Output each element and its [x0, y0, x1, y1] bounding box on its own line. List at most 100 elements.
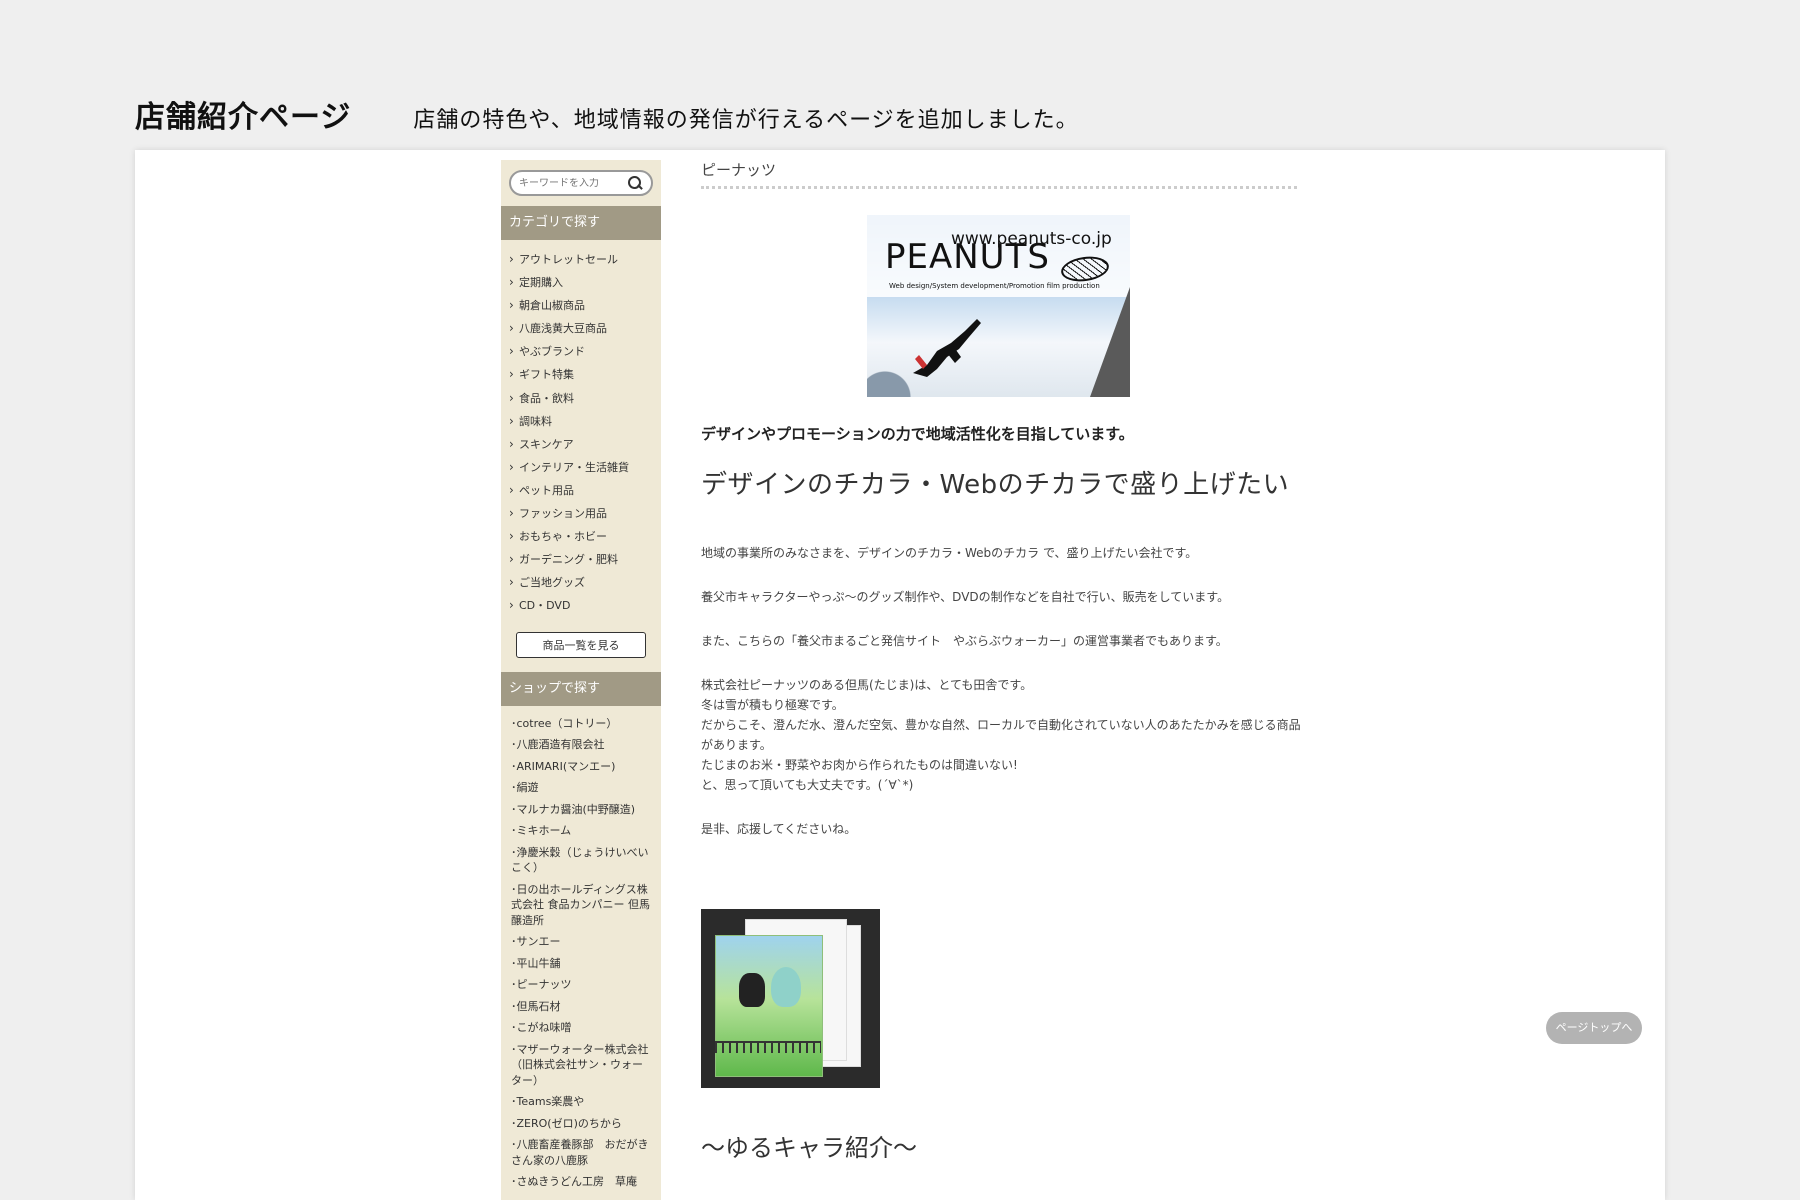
chevron-right-icon: › [509, 506, 514, 521]
shop-item[interactable]: ･さぬきうどん工房 草庵 [511, 1174, 651, 1190]
page-heading: 店舗紹介ページ 店舗の特色や、地域情報の発信が行えるページを追加しました。 [135, 92, 1079, 136]
headline: デザインのチカラ・Webのチカラで盛り上げたい [701, 470, 1290, 500]
chevron-right-icon: › [509, 344, 514, 359]
category-label: 定期購入 [519, 276, 563, 290]
category-item[interactable]: › CD・DVD [509, 594, 661, 617]
all-products-button[interactable]: 商品一覧を見る [516, 631, 646, 658]
body-paragraph: 地域の事業所のみなさまを、デザインのチカラ・Webのチカラ で、盛り上げたい会社… [701, 546, 1198, 560]
lead-text: デザインやプロモーションの力で地域活性化を目指しています。 [701, 425, 1134, 443]
shop-item[interactable]: ･八鹿酒造有限会社 [511, 737, 651, 753]
shop-header: ショップで探す [501, 671, 661, 706]
body-paragraph: 是非、応援してくださいね。 [701, 822, 857, 836]
category-label: ファッション用品 [519, 507, 607, 521]
mascot-character [739, 973, 765, 1007]
cliff-silhouette [1090, 287, 1130, 397]
chevron-right-icon: › [509, 598, 514, 613]
chevron-right-icon: › [509, 529, 514, 544]
shop-item[interactable]: ･cotree（コトリー） [511, 716, 651, 732]
fence-graphic [715, 1041, 821, 1053]
category-label: CD・DVD [519, 599, 571, 613]
search-box[interactable] [509, 170, 653, 196]
category-label: やぶブランド [519, 345, 585, 359]
category-label: スキンケア [519, 437, 574, 451]
category-item[interactable]: › やぶブランド [509, 340, 661, 363]
page-top-button[interactable]: ページトップへ [1546, 1012, 1642, 1044]
shop-item[interactable]: ･Teams楽農や [511, 1094, 651, 1110]
body-paragraph: また、こちらの「養父市まるごと発信サイト やぶらぶウォーカー」の運営事業者でもあ… [701, 634, 1228, 648]
shop-item[interactable]: ･ピーナッツ [511, 977, 651, 993]
section-title: 〜ゆるキャラ紹介〜 [701, 1134, 917, 1162]
shop-item[interactable]: ･絹遊 [511, 780, 651, 796]
category-label: ペット用品 [519, 483, 574, 497]
category-item[interactable]: › スキンケア [509, 433, 661, 456]
shop-item[interactable]: ･但馬石材 [511, 999, 651, 1015]
category-label: ギフト特集 [519, 368, 574, 382]
chevron-right-icon: › [509, 482, 514, 497]
body-paragraph: 養父市キャラクターやっぷ〜のグッズ制作や、DVDの制作などを自社で行い、販売をし… [701, 590, 1230, 604]
shop-item[interactable]: ･浄慶米穀（じょうけいべいこく） [511, 845, 651, 876]
chevron-right-icon: › [509, 459, 514, 474]
category-item[interactable]: › ギフト特集 [509, 363, 661, 386]
shop-item[interactable]: ･ZERO(ゼロ)のちから [511, 1116, 651, 1132]
category-label: 朝倉山椒商品 [519, 299, 585, 313]
category-item[interactable]: › アウトレットセール [509, 248, 661, 271]
chevron-right-icon: › [509, 252, 514, 266]
hero-brand: PEANUTS [885, 237, 1050, 277]
page-title: 店舗紹介ページ [135, 100, 352, 135]
sidebar: カテゴリで探す ›アウトレットセール›定期購入›朝倉山椒商品›八鹿浅黄大豆商品›… [501, 160, 661, 1200]
category-item[interactable]: › 定期購入 [509, 271, 661, 294]
shop-list: ･cotree（コトリー） ･八鹿酒造有限会社 ･ARIMARI(マンエー) ･絹遊 ･… [501, 716, 661, 1190]
chevron-right-icon: › [509, 275, 514, 290]
hero-image: www.peanuts-co.jp PEANUTS Web design/Sys… [867, 215, 1130, 397]
category-label: 調味料 [519, 414, 552, 428]
category-item[interactable]: › ペット用品 [509, 479, 661, 502]
chevron-right-icon: › [509, 413, 514, 428]
search-input[interactable] [519, 177, 619, 189]
chevron-right-icon: › [509, 575, 514, 590]
category-item[interactable]: › インテリア・生活雑貨 [509, 456, 661, 479]
category-label: ご当地グッズ [519, 576, 585, 590]
category-header: カテゴリで探す [501, 206, 661, 240]
jumping-person-icon [913, 319, 981, 377]
category-label: 食品・飲料 [519, 391, 574, 405]
category-label: アウトレットセール [519, 253, 618, 266]
preview-frame: カテゴリで探す ›アウトレットセール›定期購入›朝倉山椒商品›八鹿浅黄大豆商品›… [135, 150, 1665, 1200]
category-label: ガーデニング・肥料 [519, 553, 618, 567]
shop-item[interactable]: ･サンエー [511, 934, 651, 950]
clear-folder [715, 935, 823, 1077]
shop-item[interactable]: ･平山牛舗 [511, 956, 651, 972]
category-item[interactable]: › ご当地グッズ [509, 571, 661, 594]
category-item[interactable]: › 八鹿浅黄大豆商品 [509, 317, 661, 340]
shop-item[interactable]: ･日の出ホールディングス株式会社 食品カンパニー 但馬醸造所 [511, 882, 651, 929]
shop-item[interactable]: ･マルナカ醤油(中野醸造) [511, 802, 651, 818]
category-item[interactable]: › 食品・飲料 [509, 387, 661, 410]
chevron-right-icon: › [509, 321, 514, 336]
mascot-character [771, 967, 801, 1007]
category-item[interactable]: › 調味料 [509, 410, 661, 433]
shop-item[interactable]: ･八鹿畜産養豚部 おだがきさん家の八鹿豚 [511, 1137, 651, 1168]
category-label: 八鹿浅黄大豆商品 [519, 322, 607, 336]
chevron-right-icon: › [509, 436, 514, 451]
category-item[interactable]: › おもちゃ・ホビー [509, 525, 661, 548]
shop-item[interactable]: ･ARIMARI(マンエー) [511, 759, 651, 775]
category-item[interactable]: › 朝倉山椒商品 [509, 294, 661, 317]
category-label: おもちゃ・ホビー [519, 530, 607, 544]
shop-item[interactable]: ･マザーウォーター株式会社（旧株式会社サン・ウォーター） [511, 1042, 651, 1089]
chevron-right-icon: › [509, 298, 514, 313]
chevron-right-icon: › [509, 552, 514, 567]
category-item[interactable]: › ガーデニング・肥料 [509, 548, 661, 571]
body-paragraph: 株式会社ピーナッツのある但馬(たじま)は、とても田舎です。 冬は雪が積もり極寒で… [701, 678, 1301, 792]
chevron-right-icon: › [509, 390, 514, 405]
paragraphs: 地域の事業所のみなさまを、デザインのチカラ・Webのチカラ で、盛り上げたい会社… [701, 543, 1301, 839]
page-description: 店舗の特色や、地域情報の発信が行えるページを追加しました。 [413, 108, 1079, 133]
chevron-right-icon: › [509, 367, 514, 382]
search-icon[interactable] [627, 175, 643, 191]
shop-name: ピーナッツ [701, 160, 1297, 189]
main-content: ピーナッツ www.peanuts-co.jp PEANUTS Web desi… [701, 160, 1301, 1163]
shop-item[interactable]: ･ミキホーム [511, 823, 651, 839]
product-image [701, 909, 880, 1088]
shop-item[interactable]: ･こがね味噌 [511, 1020, 651, 1036]
hero-tagline: Web design/System development/Promotion … [889, 282, 1100, 290]
category-item[interactable]: › ファッション用品 [509, 502, 661, 525]
category-label: インテリア・生活雑貨 [519, 460, 629, 474]
